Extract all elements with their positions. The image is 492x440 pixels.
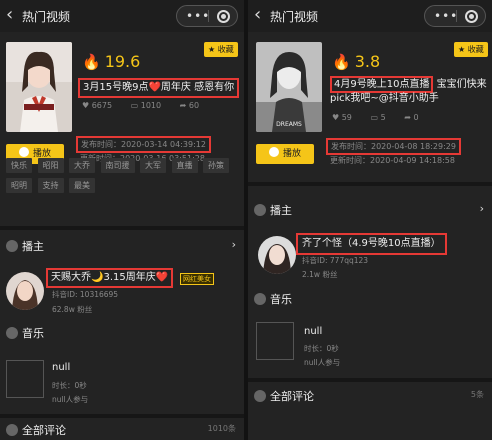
music-cover[interactable] <box>256 322 294 360</box>
anchor-fans: 62.8w 粉丝 <box>52 305 93 314</box>
play-button[interactable]: 播放 <box>256 144 314 164</box>
chevron-right-icon[interactable]: › <box>480 202 484 215</box>
heat-score: 🔥 19.6 <box>82 52 141 71</box>
anchor-id: 抖音ID: 10316695 <box>52 290 119 299</box>
music-icon <box>6 327 18 339</box>
comments-count: ▭ 1010 <box>130 101 162 110</box>
likes-count: ♥ 6675 <box>82 101 113 110</box>
comments-section-header[interactable]: 全部评论 1010条 <box>6 422 238 438</box>
music-icon <box>254 293 266 305</box>
favorite-button[interactable]: ★ 收藏 <box>204 42 238 57</box>
music-duration: 时长：0秒 <box>304 344 339 353</box>
time-info: 发布时间：2020-04-08 18:29:29 更新时间：2020-04-09… <box>326 138 461 166</box>
likes-count: ♥ 59 <box>332 113 352 122</box>
page-title: 热门视频 <box>270 10 319 24</box>
comments-total: 1010条 <box>207 424 236 433</box>
shares-count: ➦ 0 <box>404 113 419 122</box>
tag-item[interactable]: 昭阳 <box>37 158 64 173</box>
avatar[interactable] <box>258 236 296 274</box>
comments-total: 5条 <box>470 390 484 399</box>
page-title: 热门视频 <box>22 10 71 24</box>
fire-icon: 🔥 <box>82 53 101 71</box>
music-name: null <box>304 326 323 337</box>
video-cover[interactable]: DREAMS <box>256 42 322 132</box>
tag-list: 快乐 昭阳 大乔 南司援 大军 直播 孙策 昭明 支持 最美 <box>6 158 236 198</box>
tag-item[interactable]: 直播 <box>171 158 198 173</box>
svg-text:DREAMS: DREAMS <box>276 121 302 128</box>
video-title: 4月9号晚上10点直播 宝宝们快来pick我吧~@抖音小助手 <box>330 76 488 106</box>
heat-score: 🔥 3.8 <box>332 52 381 71</box>
play-icon <box>18 147 29 157</box>
publish-time: 发布时间：2020-04-08 18:29:29 <box>326 138 461 155</box>
video-stats: ♥ 59 ▭ 5 ➦ 0 <box>332 113 435 122</box>
video-title-highlight: 4月9号晚上10点直播 <box>330 76 434 93</box>
anchor-icon <box>254 204 266 216</box>
tag-item[interactable]: 快乐 <box>6 158 32 173</box>
back-arrow-icon[interactable]: ‹ <box>254 5 261 25</box>
fire-icon: 🔥 <box>332 53 351 71</box>
back-arrow-icon[interactable]: ‹ <box>6 5 13 25</box>
mini-program-capsule[interactable]: ••• <box>424 5 486 27</box>
anchor-fans: 2.1w 粉丝 <box>302 270 338 279</box>
tag-item[interactable]: 最美 <box>69 178 95 193</box>
music-name: null <box>52 362 71 373</box>
tag-item[interactable]: 孙策 <box>203 158 229 173</box>
more-dots-icon[interactable]: ••• <box>186 9 210 23</box>
anchor-name: 天赐大乔🌙3.15周年庆❤️ <box>46 268 174 288</box>
tag-item[interactable]: 大军 <box>140 158 166 173</box>
right-panel: ‹ 热门视频 ••• DREAMS 🔥 3.8 ★ 收藏 4月9号晚上10点直播 … <box>248 0 492 440</box>
comment-icon <box>254 390 266 402</box>
video-title: 3月15号晚9点❤️周年庆 感恩有你 <box>78 78 240 98</box>
tag-item[interactable]: 大乔 <box>69 158 95 173</box>
shares-count: ➦ 60 <box>179 101 200 110</box>
avatar[interactable] <box>6 272 44 310</box>
music-section-header[interactable]: 音乐 <box>6 325 238 341</box>
play-icon <box>268 147 279 157</box>
tag-item[interactable]: 昭明 <box>6 178 32 193</box>
anchor-section-header[interactable]: 播主 › <box>254 202 486 218</box>
nav-bar: ‹ 热门视频 ••• <box>248 0 492 32</box>
left-panel: ‹ 热门视频 ••• 🔥 19.6 ★ 收藏 3月15号晚9点❤️周年庆 感恩有你… <box>0 0 244 440</box>
publish-time: 发布时间：2020-03-14 04:39:12 <box>76 136 211 153</box>
anchor-name: 齐了个怪（4.9号晚10点直播） <box>296 233 447 255</box>
close-record-icon[interactable] <box>217 10 230 23</box>
anchor-section-header[interactable]: 播主 › <box>6 238 238 254</box>
music-duration: 时长：0秒 <box>52 381 87 390</box>
close-record-icon[interactable] <box>465 10 478 23</box>
music-cover[interactable] <box>6 360 44 398</box>
nav-bar: ‹ 热门视频 ••• <box>0 0 244 32</box>
comment-icon <box>6 424 18 436</box>
favorite-button[interactable]: ★ 收藏 <box>454 42 488 57</box>
tag-item[interactable]: 支持 <box>37 178 64 193</box>
video-cover[interactable] <box>6 42 72 132</box>
video-stats: ♥ 6675 ▭ 1010 ➦ 60 <box>82 101 215 110</box>
mini-program-capsule[interactable]: ••• <box>176 5 238 27</box>
chevron-right-icon[interactable]: › <box>232 238 236 251</box>
music-users: null人参与 <box>52 395 89 404</box>
more-dots-icon[interactable]: ••• <box>434 9 458 23</box>
tag-item[interactable]: 南司援 <box>100 158 135 173</box>
anchor-id: 抖音ID: 777qq123 <box>302 256 369 265</box>
comments-count: ▭ 5 <box>370 113 386 122</box>
update-time: 更新时间：2020-04-09 14:18:58 <box>330 156 455 165</box>
comments-section-header[interactable]: 全部评论 5条 <box>254 388 486 404</box>
music-users: null人参与 <box>304 358 341 367</box>
music-section-header[interactable]: 音乐 <box>254 291 486 307</box>
anchor-icon <box>6 240 18 252</box>
anchor-badge: 网红美女 <box>180 273 214 285</box>
